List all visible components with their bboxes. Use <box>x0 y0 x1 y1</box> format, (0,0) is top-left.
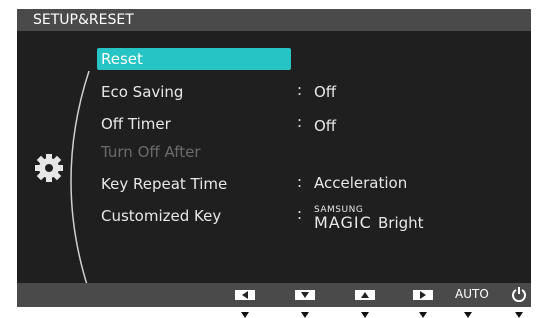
down-arrow-icon <box>301 292 309 298</box>
menu-item-customized-key[interactable]: Customized Key <box>97 205 291 227</box>
menu-item-reset[interactable]: Reset <box>97 48 291 70</box>
menu-item-label: Off Timer <box>101 115 171 133</box>
button-pointer-icon <box>361 312 369 318</box>
off-timer-value: Off <box>314 117 337 135</box>
up-button[interactable] <box>355 290 375 300</box>
magic-text: MAGIC <box>314 213 372 232</box>
osd-title: SETUP&RESET <box>33 12 134 28</box>
menu-arc-decoration <box>70 71 90 291</box>
eco-saving-value: Off <box>314 83 337 101</box>
menu-item-label: Turn Off After <box>101 143 201 161</box>
menu-panel: Reset Eco Saving : Off Off Timer : Off T… <box>17 31 531 291</box>
menu-item-label: Reset <box>101 50 143 68</box>
button-pointer-icon <box>241 312 249 318</box>
up-arrow-icon <box>361 292 369 298</box>
button-pointer-icon <box>419 312 427 318</box>
menu-item-label: Key Repeat Time <box>101 175 228 193</box>
key-repeat-time-value: Acceleration <box>314 174 408 192</box>
left-arrow-icon <box>242 291 248 299</box>
menu-item-turn-off-after: Turn Off After <box>97 141 291 163</box>
right-arrow-icon <box>420 291 426 299</box>
value-separator: : <box>297 81 303 99</box>
menu-item-eco-saving[interactable]: Eco Saving <box>97 81 291 103</box>
value-separator: : <box>297 113 303 131</box>
osd-button-bar: AUTO <box>17 283 531 318</box>
menu-item-off-timer[interactable]: Off Timer <box>97 113 291 135</box>
button-pointer-icon <box>464 312 472 318</box>
menu-item-label: Customized Key <box>101 207 222 225</box>
left-button[interactable] <box>235 290 255 300</box>
value-separator: : <box>297 173 303 191</box>
bright-text: Bright <box>378 214 424 232</box>
auto-button[interactable]: AUTO <box>455 287 489 301</box>
button-pointer-icon <box>515 312 523 318</box>
right-button[interactable] <box>413 290 433 300</box>
osd-window: SETUP&RESET Reset Eco Saving: Off Off T… <box>0 0 542 318</box>
button-pointer-icon <box>301 312 309 318</box>
down-button[interactable] <box>295 290 315 300</box>
osd-title-bar: SETUP&RESET <box>17 9 531 31</box>
menu-item-label: Eco Saving <box>101 83 184 101</box>
power-icon[interactable] <box>511 286 527 302</box>
value-separator: : <box>297 205 303 223</box>
menu-item-key-repeat-time[interactable]: Key Repeat Time <box>97 173 291 195</box>
setup-gear-icon <box>35 154 63 182</box>
